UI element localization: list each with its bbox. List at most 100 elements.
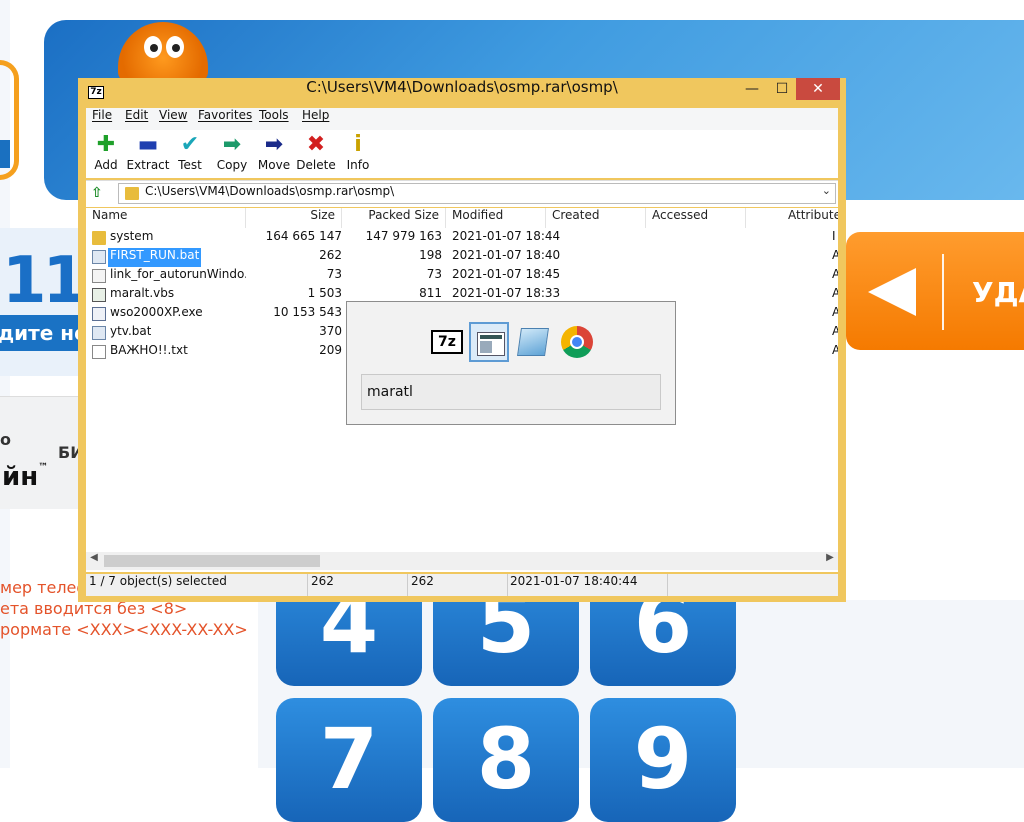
delete-icon: ✖ [306,132,326,157]
copy-button[interactable]: ➡ Copy [210,132,254,176]
operator-mark: о [0,430,11,449]
file-size: 209 [319,343,342,357]
address-bar: ⇧ C:\Users\VM4\Downloads\osmp.rar\osmp\ … [86,180,838,207]
menu-favorites[interactable]: Favorites [198,108,252,122]
info-button[interactable]: i Info [336,132,380,176]
column-name[interactable]: Name [86,208,246,228]
mascot-eye-right [166,36,184,58]
file-modified: 2021-01-07 18:45 [452,267,561,281]
backspace-arrow-icon [868,268,916,316]
file-attribute: A [832,324,838,338]
switcher-item-window[interactable] [469,322,509,362]
file-attribute: A [832,248,838,262]
delete-label: Delete [296,158,336,172]
menu-view[interactable]: View [159,108,187,122]
file-packed-size: 73 [426,267,442,281]
window-icon [477,332,505,356]
status-packed: 262 [408,574,508,596]
keypad-key-7[interactable]: 7 [276,698,422,822]
task-switcher: 7z maratl [346,301,676,425]
switcher-window-title: maratl [361,374,661,410]
toolbar: ✚ Add ▬ Extract ✔ Test ➡ Copy ➡ Move ✖ D… [86,130,838,178]
scroll-right-icon[interactable]: ▶ [822,552,838,563]
add-label: Add [94,158,118,172]
column-size[interactable]: Size [246,208,342,228]
move-button[interactable]: ➡ Move [252,132,296,176]
button-separator [942,254,944,330]
folder-icon [125,187,139,200]
status-bar: 1 / 7 object(s) selected 262 262 2021-01… [86,574,838,596]
extract-button[interactable]: ▬ Extract [126,132,170,176]
copy-icon: ➡ [222,132,242,157]
move-label: Move [257,158,291,172]
keypad-key-8[interactable]: 8 [433,698,579,822]
add-icon: ✚ [96,132,116,157]
hint-line-3: рормате <XXX><XXX-XX-XX> [0,620,248,639]
file-size: 10 153 543 [273,305,342,319]
delete-digit-button[interactable]: УДА [846,232,1024,350]
path-text[interactable]: C:\Users\VM4\Downloads\osmp.rar\osmp\ [145,184,394,198]
file-packed-size: 198 [419,248,442,262]
executable-file-icon [92,307,106,321]
move-icon: ➡ [264,132,284,157]
logo-bar [0,140,10,168]
status-selection: 1 / 7 object(s) selected [86,574,308,596]
column-created[interactable]: Created [546,208,646,228]
horizontal-scrollbar[interactable]: ◀ ▶ [86,552,838,570]
column-modified[interactable]: Modified [446,208,546,228]
delete-button[interactable]: ✖ Delete [294,132,338,176]
column-accessed[interactable]: Accessed [646,208,746,228]
file-modified: 2021-01-07 18:44 [452,229,561,243]
extract-label: Extract [126,158,170,172]
phone-number-display: 11 [2,244,87,318]
switcher-item-chrome[interactable] [557,322,597,362]
scroll-thumb[interactable] [104,555,320,567]
enter-number-prompt: дите но [0,315,80,351]
switcher-item-7zip[interactable]: 7z [427,322,467,362]
keypad-key-9[interactable]: 9 [590,698,736,822]
batch-file-icon [92,326,106,340]
file-size: 370 [319,324,342,338]
test-icon: ✔ [180,132,200,157]
menu-edit[interactable]: Edit [125,108,148,122]
column-packed-size[interactable]: Packed Size [342,208,446,228]
window-title: C:\Users\VM4\Downloads\osmp.rar\osmp\ [306,78,618,96]
column-attribute[interactable]: Attribute [782,208,838,228]
title-bar[interactable]: 7z C:\Users\VM4\Downloads\osmp.rar\osmp\… [78,78,846,108]
file-size: 262 [319,248,342,262]
file-name: FIRST_RUN.bat [108,248,202,267]
scroll-left-icon[interactable]: ◀ [86,552,102,563]
list-item[interactable]: link_for_autorunWindo... 73 73 2021-01-0… [86,267,838,286]
chevron-down-icon[interactable]: ⌄ [822,184,831,197]
trademark: ™ [38,462,49,473]
script-file-icon [92,288,106,302]
folder-up-icon[interactable]: ⇧ [91,185,107,201]
file-modified: 2021-01-07 18:40 [452,248,561,262]
chrome-icon [561,326,593,358]
7zip-icon: 7z [431,330,463,354]
text-file-icon [92,345,106,359]
file-name: maralt.vbs [110,286,175,300]
menu-tools[interactable]: Tools [259,108,289,122]
menu-file[interactable]: File [92,108,112,122]
close-button[interactable]: ✕ [796,78,840,100]
status-modified: 2021-01-07 18:40:44 [508,574,668,596]
file-size: 73 [326,267,342,281]
path-combobox[interactable]: C:\Users\VM4\Downloads\osmp.rar\osmp\ ⌄ [118,183,836,204]
file-attribute: A [832,286,838,300]
menu-help[interactable]: Help [302,108,329,122]
test-button[interactable]: ✔ Test [168,132,212,176]
maximize-button[interactable]: ☐ [768,78,796,100]
list-item-selected[interactable]: FIRST_RUN.bat 262 198 2021-01-07 18:40 A [86,248,838,267]
batch-file-icon [92,250,106,264]
switcher-item-notepad[interactable] [513,322,553,362]
operator-name: йн™ [2,462,49,492]
info-icon: i [354,132,362,157]
minimize-button[interactable]: — [738,78,766,100]
file-packed-size: 147 979 163 [365,229,442,243]
file-name: wso2000XP.exe [110,305,203,319]
list-item[interactable]: system 164 665 147 147 979 163 2021-01-0… [86,229,838,248]
add-button[interactable]: ✚ Add [84,132,128,176]
extract-icon: ▬ [137,132,159,157]
test-label: Test [178,158,202,172]
